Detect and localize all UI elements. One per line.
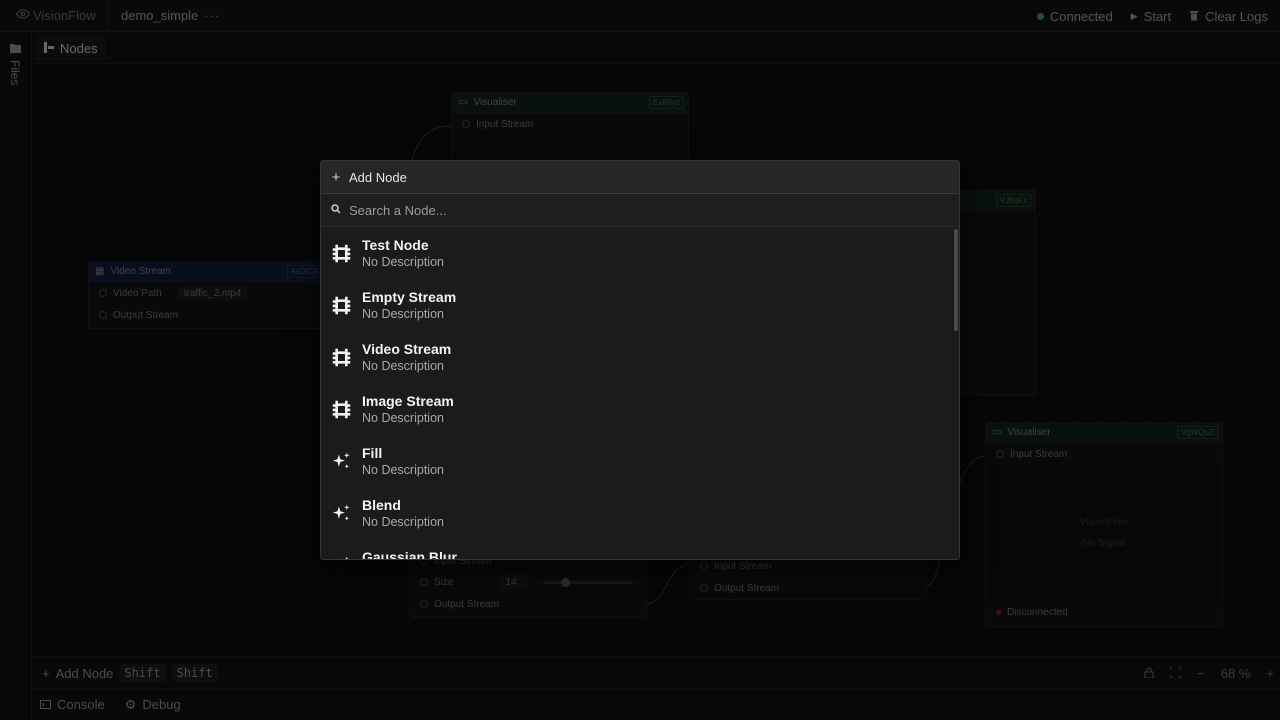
- node-list-item-name: Test Node: [362, 237, 429, 253]
- node-list-item-desc: No Description: [362, 255, 444, 269]
- sparkles-icon: [331, 555, 352, 559]
- film-icon: [331, 347, 352, 368]
- film-icon: [331, 399, 352, 420]
- node-list-item-text: Test Node No Description: [362, 237, 444, 269]
- node-list-item-desc: No Description: [362, 463, 444, 477]
- node-list-item[interactable]: Fill No Description: [321, 435, 955, 487]
- node-list-item-name: Video Stream: [362, 341, 452, 357]
- node-list-item[interactable]: Gaussian BlurNo Description: [321, 539, 955, 560]
- node-list-item-name: Empty Stream: [362, 289, 457, 305]
- node-list-item-name: Fill: [362, 445, 383, 461]
- dialog-title: Add Node: [349, 169, 407, 185]
- scrollbar-thumb[interactable]: [954, 229, 958, 331]
- node-list-item[interactable]: Test Node No Description: [321, 227, 955, 279]
- plus-icon: +: [331, 168, 341, 186]
- sparkles-icon: [331, 451, 352, 472]
- node-list-item-name: Blend: [362, 497, 401, 513]
- sparkles-icon: [331, 503, 352, 524]
- node-list-item[interactable]: Image Stream No Description: [321, 383, 955, 435]
- film-icon: [331, 243, 352, 264]
- node-list-item-desc: No Description: [362, 515, 444, 529]
- search-input[interactable]: [349, 202, 909, 218]
- node-list-item-text: Video Stream No Description: [362, 341, 451, 373]
- node-list: Test Node No Description Empty Stream No De…: [321, 227, 955, 560]
- node-list-item-text: Fill No Description: [362, 445, 444, 477]
- list-scrollbar[interactable]: [953, 227, 959, 559]
- node-list-item-text: Blend No Description: [362, 497, 444, 529]
- node-list-item-text: Empty Stream No Description: [362, 289, 456, 321]
- node-list-item-desc: No Description: [362, 307, 444, 321]
- node-list-item-text: Gaussian BlurNo Description: [362, 549, 457, 560]
- node-list-item-text: Image Stream No Description: [362, 393, 454, 425]
- add-node-dialog: + Add Node Test NodeNo DescriptionEmpty …: [320, 160, 960, 560]
- node-list-item-name: Image Stream: [362, 393, 454, 409]
- node-list-item-desc: No Description: [362, 359, 444, 373]
- node-list-item-name: Gaussian Blur: [362, 549, 457, 560]
- node-list-item[interactable]: Video Stream No Description: [321, 331, 955, 383]
- node-list-item[interactable]: Blend No Description: [321, 487, 955, 539]
- node-list-item[interactable]: Empty Stream No Description: [321, 279, 955, 331]
- dialog-header: + Add Node: [321, 161, 959, 194]
- search-icon: [331, 201, 341, 219]
- search-bar: [321, 194, 959, 227]
- node-list-item-desc: No Description: [362, 411, 444, 425]
- film-icon: [331, 295, 352, 316]
